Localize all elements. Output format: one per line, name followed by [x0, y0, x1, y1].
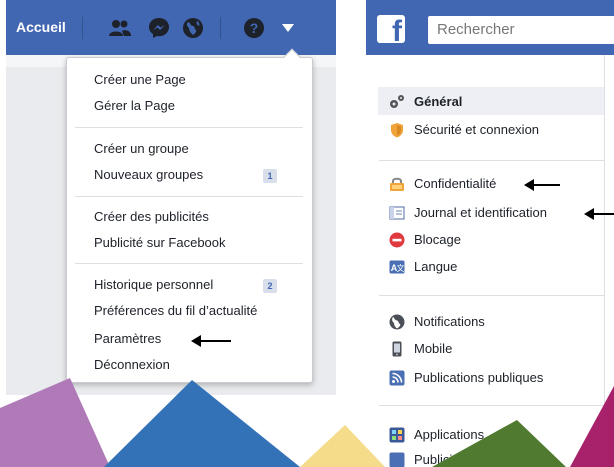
svg-text:文: 文 — [397, 263, 405, 273]
settings-pointer-arrow — [191, 335, 231, 347]
gears-icon — [390, 95, 404, 108]
help-icon[interactable]: ? — [242, 16, 266, 40]
logo-letter: f — [392, 15, 402, 43]
settings-item-public-posts[interactable]: Publications publiques — [414, 370, 543, 385]
settings-item-general[interactable]: Général — [414, 94, 462, 109]
activity-log-count-badge: 2 — [263, 279, 277, 293]
menu-item-settings[interactable]: Paramètres — [94, 331, 161, 346]
lock-icon — [390, 177, 404, 191]
menu-item-log-out[interactable]: Déconnexion — [94, 357, 170, 372]
menu-item-create-group[interactable]: Créer un groupe — [94, 141, 189, 156]
mobile-icon — [392, 341, 402, 357]
left-screenshot-panel: Accueil ? Créer une Page Gérer la Page C… — [6, 0, 336, 395]
menu-divider — [75, 263, 303, 264]
privacy-pointer-arrow — [524, 179, 560, 191]
menu-item-advertising-on-facebook[interactable]: Publicité sur Facebook — [94, 235, 226, 250]
nav-divider — [220, 17, 221, 39]
settings-item-language[interactable]: Langue — [414, 259, 457, 274]
rss-icon — [389, 370, 405, 386]
menu-item-create-page[interactable]: Créer une Page — [94, 72, 186, 87]
menu-item-news-feed-preferences[interactable]: Préférences du fil d’actualité — [94, 303, 257, 318]
settings-item-security-login[interactable]: Sécurité et connexion — [414, 122, 539, 137]
settings-item-notifications[interactable]: Notifications — [414, 314, 485, 329]
settings-divider — [379, 295, 604, 296]
menu-item-create-ads[interactable]: Créer des publicités — [94, 209, 209, 224]
active-item-highlight — [378, 87, 604, 115]
home-link[interactable]: Accueil — [16, 19, 66, 35]
language-icon: A文 — [389, 260, 405, 274]
timeline-pointer-arrow — [584, 208, 614, 220]
settings-divider — [379, 405, 604, 406]
menu-item-manage-page[interactable]: Gérer la Page — [94, 98, 175, 113]
account-menu-chevron-down-icon[interactable] — [276, 16, 300, 40]
settings-item-apps[interactable]: Applications — [414, 427, 484, 442]
messenger-icon[interactable] — [147, 16, 171, 40]
settings-item-mobile[interactable]: Mobile — [414, 341, 452, 356]
account-dropdown-menu: Créer une Page Gérer la Page Créer un gr… — [66, 48, 313, 383]
menu-divider — [75, 196, 303, 197]
nav-divider — [82, 17, 83, 39]
top-navigation-bar: Accueil ? — [6, 0, 336, 55]
settings-item-privacy[interactable]: Confidentialité — [414, 176, 496, 191]
menu-item-new-groups[interactable]: Nouveaux groupes — [94, 167, 203, 182]
settings-divider — [379, 160, 604, 161]
globe-icon — [389, 314, 405, 330]
shield-icon — [391, 123, 403, 138]
apps-icon — [389, 427, 405, 443]
menu-item-activity-log[interactable]: Historique personnel — [94, 277, 213, 292]
settings-item-timeline-tagging[interactable]: Journal et identification — [414, 205, 547, 220]
block-icon — [389, 232, 405, 248]
new-groups-count-badge: 1 — [263, 169, 277, 183]
timeline-icon — [389, 206, 405, 220]
right-screenshot-panel: f Rechercher Général Sécurité et connexi… — [366, 0, 614, 467]
top-navigation-bar: f Rechercher — [366, 0, 614, 55]
facebook-logo-icon[interactable]: f — [377, 15, 405, 43]
notifications-globe-icon[interactable] — [181, 16, 205, 40]
settings-item-ads[interactable]: Publicités — [414, 452, 470, 467]
ads-icon — [389, 452, 405, 467]
content-divider — [604, 55, 605, 467]
settings-item-blocking[interactable]: Blocage — [414, 232, 461, 247]
search-input[interactable]: Rechercher — [428, 16, 614, 44]
svg-text:?: ? — [250, 20, 259, 36]
friends-icon[interactable] — [108, 16, 132, 40]
menu-divider — [75, 127, 303, 128]
